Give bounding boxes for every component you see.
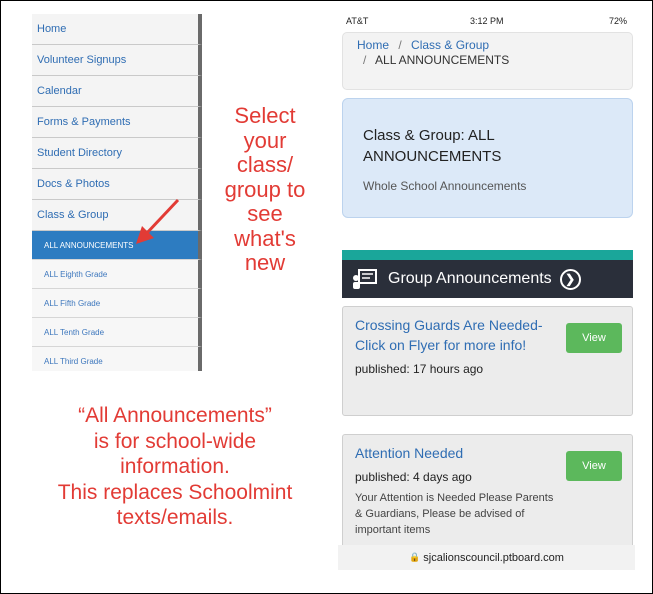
clock-label: 3:12 PM <box>470 16 504 26</box>
status-bar: AT&T 3:12 PM 72% <box>338 14 635 28</box>
breadcrumb-current: ALL ANNOUNCEMENTS <box>375 53 510 67</box>
annotation-line: Select <box>234 103 296 128</box>
annotation-line: class/ <box>236 152 294 177</box>
sidebar-item-forms-payments[interactable]: Forms & Payments <box>32 107 202 138</box>
group-announcements-label: Group Announcements <box>388 270 552 287</box>
page-subtitle: Whole School Announcements <box>363 179 527 193</box>
sidebar-item-calendar[interactable]: Calendar <box>32 76 202 107</box>
annotation-line: group to <box>224 176 306 202</box>
announcement-card: Crossing Guards Are Needed- Click on Fly… <box>342 306 633 416</box>
annotation-line: your <box>243 127 287 153</box>
lock-icon: 🔒 <box>409 552 421 562</box>
carrier-label: AT&T <box>346 16 369 26</box>
annotation-line: information. <box>120 455 230 478</box>
annotation-line: see <box>247 201 283 226</box>
url-text: sjcalionscouncil.ptboard.com <box>423 551 564 564</box>
sidebar-subitem-fifth-grade[interactable]: ALL Fifth Grade <box>32 289 202 318</box>
sidebar-item-volunteer-signups[interactable]: Volunteer Signups <box>32 45 202 76</box>
page-title: Class & Group: ALL ANNOUNCEMENTS <box>363 127 502 165</box>
phone-screen: AT&T 3:12 PM 72% Home / Class & Group / … <box>338 14 635 570</box>
annotation-line: texts/emails. <box>116 506 234 529</box>
battery-label: 72% <box>608 16 627 26</box>
announcement-title-link[interactable]: Crossing Guards Are Needed- Click on Fly… <box>355 315 545 355</box>
group-announcements-bar[interactable]: Group Announcements ❯ <box>342 260 633 298</box>
chevron-right-icon[interactable]: ❯ <box>559 268 581 290</box>
annotation-line: new <box>244 250 286 275</box>
annotation-line: “All Announcements” <box>78 404 272 427</box>
breadcrumb-class-group[interactable]: Class & Group <box>411 38 489 52</box>
accent-strip <box>342 250 633 260</box>
breadcrumb-separator: / <box>363 53 367 67</box>
announcement-title-link[interactable]: Attention Needed <box>355 443 545 463</box>
red-arrow-icon <box>136 198 180 244</box>
announcement-board-icon <box>353 269 377 289</box>
breadcrumb-home[interactable]: Home <box>357 38 389 52</box>
announcement-body: Your Attention is Needed Please Parents … <box>355 492 554 536</box>
sidebar-subitem-eighth-grade[interactable]: ALL Eighth Grade <box>32 260 202 289</box>
breadcrumb: Home / Class & Group / ALL ANNOUNCEMENTS <box>342 32 633 90</box>
annotation-select-class: Select your class/ group to see what's n… <box>208 103 322 276</box>
sidebar-nav: Home Volunteer Signups Calendar Forms & … <box>32 14 202 371</box>
browser-url-bar[interactable]: 🔒 sjcalionscouncil.ptboard.com <box>338 545 635 570</box>
view-button[interactable]: View <box>566 323 622 353</box>
annotation-line: This replaces Schoolmint <box>57 480 293 504</box>
sidebar-item-home[interactable]: Home <box>32 14 202 45</box>
page-header-box: Class & Group: ALL ANNOUNCEMENTS Whole S… <box>342 98 633 218</box>
annotation-line: what's <box>234 225 296 251</box>
announcement-published: published: 17 hours ago <box>355 362 484 376</box>
sidebar-subitem-third-grade[interactable]: ALL Third Grade <box>32 347 202 371</box>
breadcrumb-separator: / <box>398 38 402 52</box>
annotation-line: is for school-wide <box>93 429 257 453</box>
sidebar-item-student-directory[interactable]: Student Directory <box>32 138 202 169</box>
annotation-all-announcements: “All Announcements” is for school-wide i… <box>14 403 336 531</box>
sidebar-subitem-tenth-grade[interactable]: ALL Tenth Grade <box>32 318 202 347</box>
view-button[interactable]: View <box>566 451 622 481</box>
